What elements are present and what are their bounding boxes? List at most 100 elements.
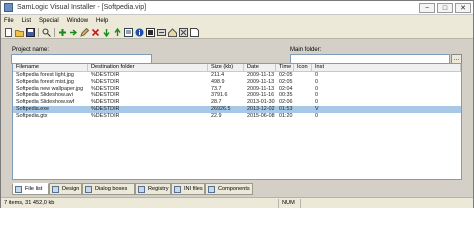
design-icon <box>52 185 59 193</box>
table-row[interactable]: Softpedia Slideshow.swf %DESTDIR 28.7 20… <box>13 99 461 106</box>
tab-file-list[interactable]: File list <box>12 183 49 195</box>
cell-icon <box>294 113 312 120</box>
column-inst[interactable]: Inst <box>312 64 461 72</box>
cell-size: 26926.5 <box>211 106 231 112</box>
column-time[interactable]: Time <box>276 64 294 72</box>
cell-filename: Softpedia Slideshow.swf <box>16 99 75 106</box>
minimize-button[interactable]: − <box>419 3 435 13</box>
table-row[interactable]: Softpedia.gtx %DESTDIR 22.9 2015-06-08 0… <box>13 113 461 120</box>
column-destination-folder[interactable]: Destination folder <box>88 64 208 72</box>
cell-filename: Softpedia forest mist.jpg <box>16 78 74 85</box>
delete-icon[interactable] <box>91 28 100 37</box>
dialog-boxes-icon <box>85 185 92 193</box>
menu-special[interactable]: Special <box>39 18 59 24</box>
cell-time: 02:06 <box>279 99 293 106</box>
cell-size: 498.9 <box>211 78 225 85</box>
cell-icon <box>294 99 312 106</box>
menu-file[interactable]: File <box>4 18 14 24</box>
cell-date: 2009-11-13 <box>247 78 275 85</box>
icon-icon[interactable] <box>146 27 155 37</box>
file-list-icon <box>15 185 22 193</box>
tab-registry[interactable]: Registry <box>135 183 171 195</box>
edit-icon[interactable] <box>80 27 89 37</box>
status-item-count: 7 items, 31 452,0 kb <box>1 199 279 208</box>
properties2-icon[interactable] <box>179 27 188 37</box>
cell-size: 211.4 <box>211 72 225 78</box>
add-file-icon[interactable] <box>69 28 78 37</box>
cell-time: 00:35 <box>279 92 293 99</box>
cell-filename: Softpedia Slideshow.avi <box>16 92 73 99</box>
tab-ini-files[interactable]: INI files <box>171 183 205 195</box>
cell-inst: 0 <box>315 78 318 85</box>
find-icon[interactable] <box>42 28 51 37</box>
tab-dialog-boxes[interactable]: Dialog boxes <box>82 183 135 195</box>
tab-label: Registry <box>148 186 169 192</box>
tab-components[interactable]: Components <box>205 183 253 195</box>
cell-icon <box>294 92 312 99</box>
menu-bar: File List Special Window Help <box>1 15 473 26</box>
cell-size: 28.7 <box>211 99 222 106</box>
project-settings-form: Project name: Main folder: … <box>1 39 473 64</box>
column-size[interactable]: Size (kb) <box>208 64 244 72</box>
cell-filename: Softpedia new wallpaper.jpg <box>16 85 84 92</box>
move-down-icon[interactable] <box>102 28 111 37</box>
cell-inst: 0 <box>315 72 318 78</box>
cell-destination: %DESTDIR <box>91 92 120 99</box>
new-file-icon[interactable] <box>4 27 13 37</box>
cell-destination: %DESTDIR <box>91 106 120 112</box>
cell-destination: %DESTDIR <box>91 99 120 106</box>
column-date[interactable]: Date <box>244 64 276 72</box>
open-folder-icon[interactable] <box>15 28 24 37</box>
toolbar-separator <box>38 27 39 37</box>
project-name-label: Project name: <box>12 47 50 53</box>
title-bar[interactable]: SamLogic Visual Installer - [Softpedia.v… <box>1 1 473 15</box>
cell-destination: %DESTDIR <box>91 85 120 92</box>
tab-label: INI files <box>184 186 203 192</box>
save-icon[interactable] <box>26 27 35 37</box>
main-window: SamLogic Visual Installer - [Softpedia.v… <box>0 0 474 208</box>
table-row[interactable]: Softpedia forest mist.jpg %DESTDIR 498.9… <box>13 79 461 86</box>
properties-icon[interactable] <box>124 27 133 37</box>
cell-icon <box>294 106 312 113</box>
cell-date: 2009-11-16 <box>247 92 275 99</box>
close-button[interactable]: ✕ <box>455 3 471 13</box>
table-row[interactable]: Softpedia forest light.jpg %DESTDIR 211.… <box>13 72 461 79</box>
tab-label: Design <box>62 186 80 192</box>
column-icon[interactable]: Icon <box>294 64 312 72</box>
tab-label: File list <box>25 186 43 192</box>
cell-date: 2009-11-13 <box>247 72 275 78</box>
cell-inst: 0 <box>315 99 318 106</box>
registry-icon <box>138 185 145 193</box>
cell-time: 02:05 <box>279 78 293 85</box>
cell-date: 2013-12-02 <box>247 106 275 112</box>
add-files-icon[interactable] <box>58 28 67 37</box>
table-row-selected[interactable]: Softpedia.exe %DESTDIR 26926.5 2013-12-0… <box>13 106 461 113</box>
menu-help[interactable]: Help <box>96 18 108 24</box>
file-list-table[interactable]: Filename Destination folder Size (kb) Da… <box>12 63 462 180</box>
move-up-icon[interactable] <box>113 27 122 37</box>
menu-list[interactable]: List <box>22 18 31 24</box>
cell-inst: 0 <box>315 85 318 92</box>
cell-filename: Softpedia.gtx <box>16 112 48 119</box>
settings-icon[interactable] <box>157 28 166 37</box>
tab-design[interactable]: Design <box>49 183 82 195</box>
info-icon[interactable] <box>135 28 144 37</box>
table-row[interactable]: Softpedia Slideshow.avi %DESTDIR 3791.6 … <box>13 92 461 99</box>
table-row[interactable]: Softpedia new wallpaper.jpg %DESTDIR 73.… <box>13 86 461 93</box>
column-filename[interactable]: Filename <box>13 64 88 72</box>
cell-date: 2009-11-13 <box>247 85 275 92</box>
cell-size: 73.7 <box>211 85 222 92</box>
cell-filename: Softpedia.exe <box>16 106 49 112</box>
cell-inst: 0 <box>315 112 318 119</box>
ini-files-icon <box>174 185 181 193</box>
maximize-button[interactable]: □ <box>437 3 453 13</box>
components-icon <box>208 185 215 193</box>
menu-window[interactable]: Window <box>67 18 88 24</box>
home-icon[interactable] <box>168 27 177 37</box>
help-icon[interactable] <box>190 27 199 37</box>
tab-label: Dialog boxes <box>95 186 128 192</box>
cell-inst: V <box>315 106 319 112</box>
window-title: SamLogic Visual Installer - [Softpedia.v… <box>17 4 147 11</box>
toolbar-separator <box>54 27 55 37</box>
app-icon <box>4 3 13 12</box>
